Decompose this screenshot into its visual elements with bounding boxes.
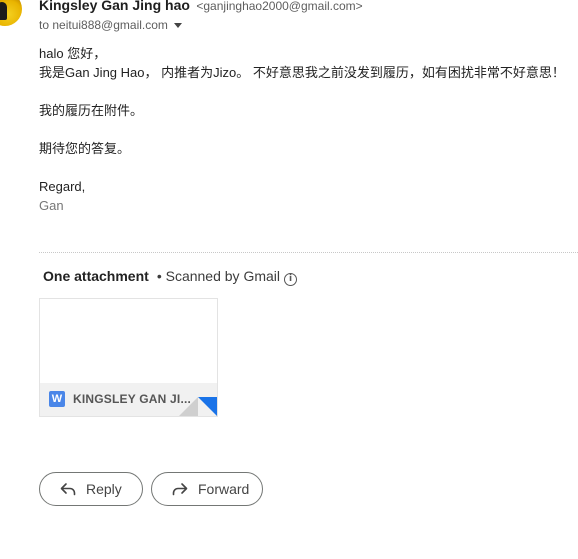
forward-label: Forward (198, 481, 250, 497)
scan-status: • Scanned by Gmail (156, 268, 280, 284)
body-line-intro: 我是Gan Jing Hao， 内推者为Jizo。 不好意思我之前没发到履历，如… (39, 65, 565, 80)
word-document-icon: W (49, 391, 65, 407)
sender-header: Kingsley Gan Jing hao <ganjinghao2000@gm… (39, 0, 363, 15)
attachment-footer: W KINGSLEY GAN JI... (40, 383, 217, 416)
forward-icon (172, 483, 188, 496)
attachment-header: One attachment • Scanned by Gmail i (43, 268, 297, 286)
body-line-closing: 期待您的答复。 (39, 141, 131, 156)
recipient-text: to neitui888@gmail.com (39, 18, 168, 32)
body-line-greeting: halo 您好， (39, 46, 107, 61)
body-line-attachment: 我的履历在附件。 (39, 103, 144, 118)
file-corner-icon (198, 397, 217, 416)
signature-regards: Regard, (39, 179, 86, 194)
attachment-divider (39, 252, 578, 253)
message-body: halo 您好， 我是Gan Jing Hao， 内推者为Jizo。 不好意思我… (39, 44, 565, 215)
recipient-line: to neitui888@gmail.com (39, 18, 182, 32)
attachment-count: One attachment (43, 268, 149, 284)
sender-name[interactable]: Kingsley Gan Jing hao (39, 0, 190, 13)
attachment-card[interactable]: W KINGSLEY GAN JI... (39, 298, 218, 417)
attachment-filename: KINGSLEY GAN JI... (73, 392, 192, 406)
sender-email: <ganjinghao2000@gmail.com> (196, 0, 363, 13)
reply-button[interactable]: Reply (39, 472, 143, 506)
reply-label: Reply (86, 481, 122, 497)
forward-button[interactable]: Forward (151, 472, 263, 506)
reply-icon (60, 483, 76, 496)
info-icon[interactable]: i (284, 273, 297, 286)
page-fold-icon (179, 397, 198, 416)
show-details-caret-icon[interactable] (173, 23, 182, 29)
signature-name: Gan (39, 198, 64, 213)
sender-avatar[interactable] (0, 0, 22, 26)
